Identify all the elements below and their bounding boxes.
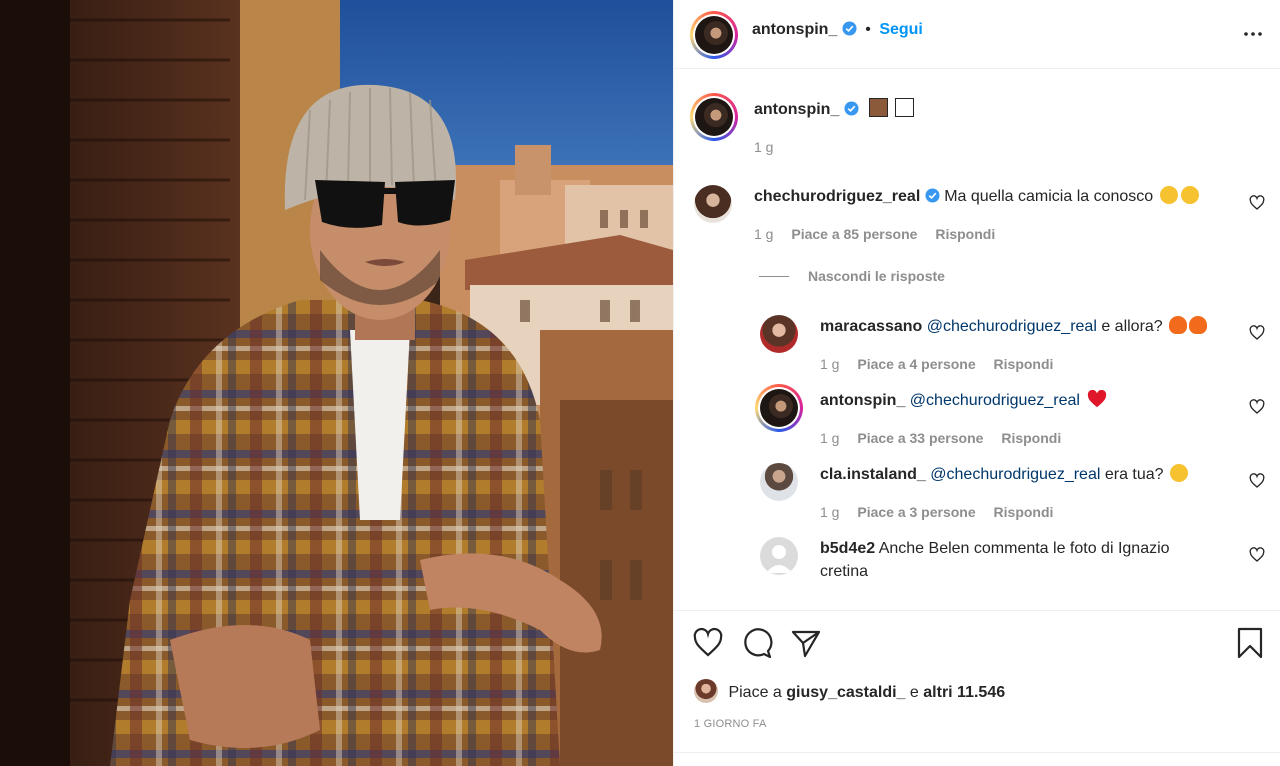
caption-time[interactable]: 1 g: [754, 139, 773, 155]
reply-body: Anche Belen commenta le foto di Ignazio: [878, 540, 1170, 557]
reply-username[interactable]: maracassano: [820, 318, 922, 335]
reply-time[interactable]: 1 g: [820, 356, 839, 372]
share-icon[interactable]: [790, 627, 822, 659]
follow-button[interactable]: Segui: [879, 21, 923, 38]
brown-square-emoji: [869, 98, 889, 117]
reply-username[interactable]: b5d4e2: [820, 540, 875, 557]
reply-button[interactable]: Rispondi: [1001, 430, 1061, 446]
comment-body: Ma quella camicia la conosco: [944, 188, 1154, 205]
reply-body: e allora?: [1101, 318, 1163, 335]
reply-body-line2: cretina: [820, 563, 869, 580]
reply-time[interactable]: 1 g: [820, 504, 839, 520]
liker-avatar[interactable]: [694, 679, 718, 703]
fire-emoji: [1169, 316, 1188, 334]
verified-icon: [844, 101, 859, 116]
reply-meta: 1 g Piace a 33 persone Rispondi: [820, 430, 1075, 446]
red-heart-emoji: [1088, 389, 1107, 408]
reply-likes[interactable]: Piace a 33 persone: [857, 430, 983, 446]
reply-like-heart-icon[interactable]: [1249, 473, 1265, 489]
post-photo[interactable]: [0, 0, 673, 766]
default-avatar-icon: [766, 545, 792, 573]
reply-username[interactable]: cla.instaland_: [820, 466, 926, 483]
reply-time[interactable]: 1 g: [820, 430, 839, 446]
verified-icon: [842, 21, 857, 36]
reply-avatar[interactable]: [760, 537, 798, 575]
comment-like-heart-icon[interactable]: [1249, 195, 1265, 211]
reply-avatar[interactable]: [760, 463, 798, 501]
reply-meta: 1 g Piace a 4 persone Rispondi: [820, 356, 1067, 372]
comment-avatar[interactable]: [694, 185, 732, 223]
comment-time[interactable]: 1 g: [754, 226, 773, 242]
replies-divider: [759, 276, 789, 277]
white-square-emoji: [894, 98, 914, 117]
likes-count[interactable]: altri 11.546: [923, 684, 1005, 701]
author-username[interactable]: antonspin_: [752, 21, 837, 38]
reply-likes[interactable]: Piace a 3 persone: [857, 504, 975, 520]
reply-avatar[interactable]: [755, 384, 803, 432]
reply-like-heart-icon[interactable]: [1249, 547, 1265, 563]
bookmark-icon[interactable]: [1234, 627, 1266, 659]
verified-icon: [925, 188, 940, 203]
likes-mid: e: [909, 684, 919, 701]
reply-likes[interactable]: Piace a 4 persone: [857, 356, 975, 372]
post-image: [0, 0, 673, 766]
surprised-face-emoji: [1180, 186, 1199, 204]
caption: antonspin_: [754, 98, 914, 121]
post-header: antonspin_ • Segui: [674, 0, 1280, 69]
post-actions: Piace a giusy_castaldi_ e altri 11.546 1…: [674, 610, 1280, 766]
caption-username[interactable]: antonspin_: [754, 101, 839, 118]
comment-icon[interactable]: [741, 627, 773, 659]
reply-text: maracassano @chechurodriguez_real e allo…: [820, 315, 1208, 338]
divider: [674, 752, 1280, 753]
comment-likes[interactable]: Piace a 85 persone: [791, 226, 917, 242]
liker-username[interactable]: giusy_castaldi_: [786, 684, 905, 701]
post-details-panel: antonspin_ • Segui antonspin_ 1 g chechu…: [673, 0, 1280, 766]
post-date[interactable]: 1 GIORNO FA: [694, 718, 767, 730]
caption-avatar[interactable]: [690, 93, 738, 141]
reply-meta: 1 g Piace a 3 persone Rispondi: [820, 504, 1067, 520]
reply-button[interactable]: Rispondi: [994, 504, 1054, 520]
heart-icon[interactable]: [692, 627, 724, 659]
reply-avatar[interactable]: [760, 315, 798, 353]
reply-like-heart-icon[interactable]: [1249, 399, 1265, 415]
comments-list[interactable]: antonspin_ 1 g chechurodriguez_real Ma q…: [674, 70, 1280, 610]
comment-meta: 1 g Piace a 85 persone Rispondi: [754, 226, 1009, 242]
laughing-tears-emoji: [1159, 186, 1178, 204]
likes-summary: Piace a giusy_castaldi_ e altri 11.546: [694, 679, 1005, 703]
reply-text: cla.instaland_ @chechurodriguez_real era…: [820, 463, 1189, 486]
laughing-tears-emoji: [1170, 464, 1189, 482]
hide-replies-button[interactable]: Nascondi le risposte: [808, 268, 945, 284]
reply-like-heart-icon[interactable]: [1249, 325, 1265, 341]
reply-username[interactable]: antonspin_: [820, 392, 905, 409]
separator-dot: •: [865, 21, 871, 38]
likes-prefix: Piace a: [728, 684, 782, 701]
more-options-icon[interactable]: [1241, 22, 1265, 46]
caption-meta: 1 g: [754, 139, 787, 155]
reply-mention[interactable]: @chechurodriguez_real: [930, 466, 1100, 483]
fire-emoji: [1189, 316, 1208, 334]
reply-mention[interactable]: @chechurodriguez_real: [910, 392, 1080, 409]
comment-text: chechurodriguez_real Ma quella camicia l…: [754, 185, 1199, 208]
reply-body: era tua?: [1104, 466, 1164, 483]
author-avatar[interactable]: [690, 11, 738, 59]
reply-button[interactable]: Rispondi: [994, 356, 1054, 372]
reply-text: b5d4e2 Anche Belen commenta le foto di I…: [820, 537, 1220, 583]
comment-username[interactable]: chechurodriguez_real: [754, 188, 920, 205]
reply-text: antonspin_ @chechurodriguez_real: [820, 389, 1107, 412]
reply-mention[interactable]: @chechurodriguez_real: [927, 318, 1097, 335]
reply-button[interactable]: Rispondi: [935, 226, 995, 242]
